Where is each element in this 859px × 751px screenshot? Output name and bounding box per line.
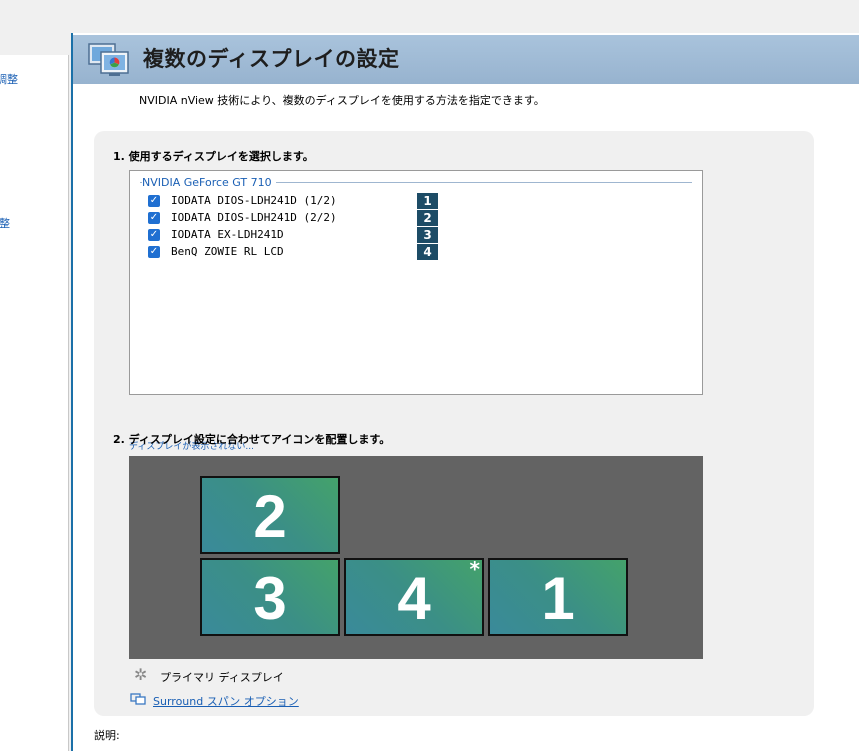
display-tile-3[interactable]: 3 — [200, 558, 340, 636]
check-icon[interactable]: ✓ — [148, 246, 160, 258]
display-tile-1[interactable]: 1 — [488, 558, 628, 636]
star-icon: ✲ — [134, 665, 148, 684]
display-number-badge: 1 — [417, 193, 438, 209]
display-row-3[interactable]: ✓ IODATA EX-LDH241D 3 — [148, 227, 448, 243]
content-pane: 複数のディスプレイの設定 NVIDIA nView 技術により、複数のディスプレ… — [73, 33, 859, 751]
navigation-pane: 調整 調整 — [0, 55, 69, 751]
tile-number: 4 — [397, 565, 431, 632]
nav-item-adjust-2[interactable]: 調整 — [0, 215, 10, 231]
display-row-1[interactable]: ✓ IODATA DIOS-LDH241D (1/2) 1 — [148, 193, 448, 209]
display-row-4[interactable]: ✓ BenQ ZOWIE RL LCD 4 — [148, 244, 448, 260]
surround-span-options-link[interactable]: Surround スパン オプション — [153, 693, 299, 709]
page-title: 複数のディスプレイの設定 — [143, 47, 400, 71]
primary-display-legend: プライマリ ディスプレイ — [160, 671, 284, 684]
display-arrangement-area[interactable]: 2 3 4 * 1 — [129, 456, 703, 659]
tile-number: 2 — [253, 483, 287, 550]
description-label: 説明: — [94, 729, 120, 742]
display-name: IODATA DIOS-LDH241D (1/2) — [171, 194, 337, 207]
window-top-strip — [0, 0, 859, 33]
display-number-badge: 2 — [417, 210, 438, 226]
check-icon[interactable]: ✓ — [148, 229, 160, 241]
display-tile-4[interactable]: 4 * — [344, 558, 484, 636]
check-icon[interactable]: ✓ — [148, 195, 160, 207]
display-name: BenQ ZOWIE RL LCD — [171, 245, 284, 258]
multi-display-icon — [88, 43, 129, 76]
display-name: IODATA EX-LDH241D — [171, 228, 284, 241]
section-arrange-title: 2. ディスプレイ設定に合わせてアイコンを配置します。 — [113, 433, 391, 446]
display-number-badge: 4 — [417, 244, 438, 260]
surround-icon — [130, 693, 146, 705]
page-subtitle: NVIDIA nView 技術により、複数のディスプレイを使用する方法を指定でき… — [139, 94, 545, 107]
display-tile-2[interactable]: 2 — [200, 476, 340, 554]
nav-item-adjust-1[interactable]: 調整 — [0, 71, 18, 87]
section-select-displays-title: 1. 使用するディスプレイを選択します。 — [113, 150, 314, 163]
tile-number: 3 — [253, 565, 287, 632]
display-number-badge: 3 — [417, 227, 438, 243]
tile-number: 1 — [541, 565, 575, 632]
gpu-group-label: NVIDIA GeForce GT 710 — [142, 176, 276, 189]
check-icon[interactable]: ✓ — [148, 212, 160, 224]
display-listbox[interactable]: NVIDIA GeForce GT 710 ✓ IODATA DIOS-LDH2… — [129, 170, 703, 395]
primary-display-marker: * — [469, 557, 480, 581]
page-header: 複数のディスプレイの設定 — [73, 35, 859, 84]
display-row-2[interactable]: ✓ IODATA DIOS-LDH241D (2/2) 2 — [148, 210, 448, 226]
display-name: IODATA DIOS-LDH241D (2/2) — [171, 211, 337, 224]
